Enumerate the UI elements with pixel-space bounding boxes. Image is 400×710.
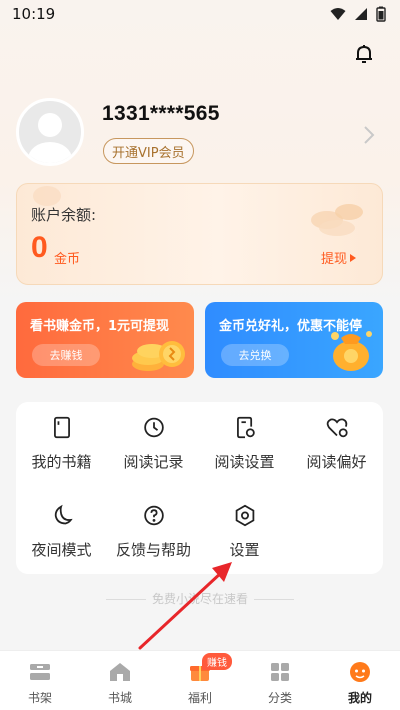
avatar[interactable] bbox=[16, 98, 84, 166]
balance-label: 账户余额: bbox=[31, 206, 97, 224]
withdraw-label: 提现 bbox=[321, 252, 348, 267]
menu-item-feedback-help[interactable]: 反馈与帮助 bbox=[108, 490, 199, 560]
go-redeem-button[interactable]: 去兑换 bbox=[221, 344, 289, 366]
menu-item-settings[interactable]: 设置 bbox=[199, 490, 290, 560]
tab-label: 我的 bbox=[347, 691, 372, 705]
status-bar: 10:19 bbox=[0, 0, 400, 28]
coin-stack-icon bbox=[311, 204, 363, 236]
book-icon bbox=[53, 416, 70, 439]
tab-welfare[interactable]: 赚钱 福利 bbox=[160, 651, 240, 710]
question-icon bbox=[143, 505, 164, 526]
footer-note-text: 免费小说尽在速看 bbox=[151, 592, 248, 606]
tab-bookstore[interactable]: 书城 bbox=[80, 651, 160, 710]
triangle-right-icon bbox=[350, 253, 357, 262]
clock-icon bbox=[143, 417, 164, 438]
menu-item-my-books[interactable]: 我的书籍 bbox=[16, 402, 107, 472]
earn-coins-banner[interactable]: 看书赚金币，1元可提现 去赚钱 bbox=[16, 302, 194, 378]
tab-mine[interactable]: 我的 bbox=[320, 651, 400, 710]
bookshelf-icon bbox=[30, 664, 50, 680]
menu-label: 阅读记录 bbox=[123, 453, 184, 471]
status-icons bbox=[330, 6, 386, 22]
profile-icon bbox=[350, 662, 370, 682]
menu-label: 反馈与帮助 bbox=[115, 541, 191, 559]
balance-card[interactable]: 账户余额: 0 金币 提现 bbox=[16, 183, 383, 285]
tab-bookshelf[interactable]: 书架 bbox=[0, 651, 80, 710]
menu-label: 我的书籍 bbox=[31, 453, 92, 471]
menu-label: 夜间模式 bbox=[31, 541, 92, 559]
bottom-tab-bar: 书架 书城 赚钱 福利 分类 我的 bbox=[0, 650, 400, 710]
tab-label: 书架 bbox=[27, 691, 52, 705]
menu-item-night-mode[interactable]: 夜间模式 bbox=[16, 490, 107, 560]
reading-settings-icon bbox=[236, 416, 255, 439]
hexagon-settings-icon bbox=[235, 504, 254, 527]
open-vip-button[interactable]: 开通VIP会员 bbox=[103, 138, 194, 164]
footer-note: 免费小说尽在速看 bbox=[0, 590, 400, 607]
grid-icon bbox=[271, 663, 289, 681]
menu-grid: 我的书籍 阅读记录 阅读设置 阅读偏好 夜间模式 反馈与帮助 设置 bbox=[16, 402, 383, 574]
tab-label: 书城 bbox=[107, 691, 132, 705]
home-icon bbox=[110, 663, 130, 681]
balance-amount: 0 bbox=[31, 231, 48, 264]
menu-label: 阅读偏好 bbox=[306, 453, 367, 471]
tab-category[interactable]: 分类 bbox=[240, 651, 320, 710]
notification-bell-icon[interactable] bbox=[352, 42, 376, 66]
menu-label: 阅读设置 bbox=[214, 453, 275, 471]
menu-label: 设置 bbox=[229, 541, 260, 559]
chevron-right-icon[interactable] bbox=[362, 124, 376, 146]
earn-money-badge: 赚钱 bbox=[202, 653, 232, 670]
menu-item-reading-history[interactable]: 阅读记录 bbox=[108, 402, 199, 472]
wifi-icon bbox=[330, 8, 346, 20]
status-time: 10:19 bbox=[12, 5, 56, 23]
heart-icon bbox=[326, 418, 348, 438]
withdraw-link[interactable]: 提现 bbox=[321, 248, 357, 267]
menu-item-reading-preferences[interactable]: 阅读偏好 bbox=[291, 402, 382, 472]
tab-label: 分类 bbox=[267, 691, 292, 705]
coins-icon bbox=[132, 341, 185, 371]
redeem-gifts-banner[interactable]: 金币兑好礼，优惠不能停 去兑换 bbox=[205, 302, 383, 378]
go-earn-button[interactable]: 去赚钱 bbox=[32, 344, 100, 366]
menu-item-reading-settings[interactable]: 阅读设置 bbox=[199, 402, 290, 472]
money-bag-icon bbox=[331, 331, 372, 371]
battery-icon bbox=[376, 6, 386, 22]
tab-label: 福利 bbox=[187, 691, 212, 705]
moon-icon bbox=[54, 504, 73, 525]
username: 1331****565 bbox=[102, 102, 220, 125]
signal-icon bbox=[355, 8, 367, 20]
balance-unit: 金币 bbox=[54, 252, 81, 267]
